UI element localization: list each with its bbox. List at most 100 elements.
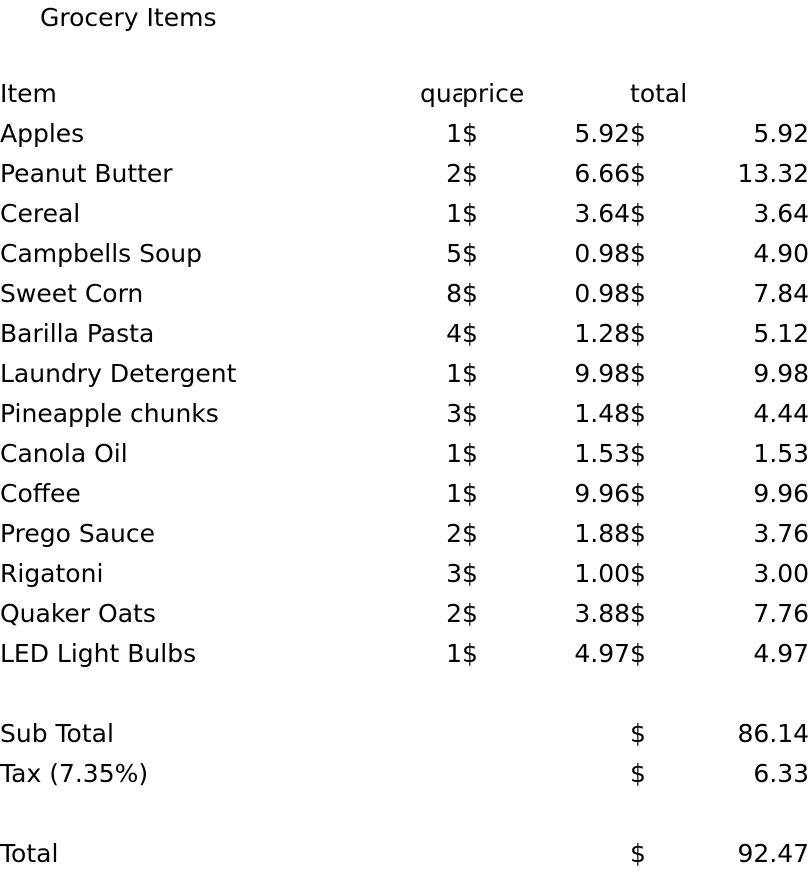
currency-symbol-price: $ — [462, 519, 478, 548]
subtotal-amount: 86.14 — [737, 719, 809, 748]
item-total: 5.92 — [753, 119, 809, 148]
item-quantity: 1 — [446, 199, 462, 228]
spacer-cell — [420, 674, 462, 714]
item-price: 9.98 — [574, 359, 631, 388]
item-total: 3.76 — [753, 519, 809, 548]
currency-symbol-total: $ — [630, 519, 646, 548]
table-row: Sweet Corn 8 $ 0.98 $ 7.84 — [0, 274, 809, 314]
grocery-items-table: Item quantity price total Apples 1 $ 5.9… — [0, 74, 809, 874]
item-price: 1.53 — [574, 439, 631, 468]
item-name: Campbells Soup — [0, 239, 202, 268]
spacer-row — [0, 674, 809, 714]
item-price: 6.66 — [574, 159, 631, 188]
item-quantity: 1 — [446, 639, 462, 668]
item-name: Apples — [0, 119, 85, 148]
item-price: 1.28 — [574, 319, 631, 348]
item-quantity: 2 — [446, 519, 462, 548]
currency-symbol-total: $ — [630, 279, 646, 308]
item-name: Cereal — [0, 199, 81, 228]
grand-total-row: Total $ 92.47 — [0, 834, 809, 874]
empty-cell — [462, 714, 502, 754]
column-header-total: total — [630, 79, 688, 108]
table-row: Barilla Pasta 4 $ 1.28 $ 5.12 — [0, 314, 809, 354]
item-price: 0.98 — [574, 239, 631, 268]
spacer-cell — [502, 794, 630, 834]
currency-symbol-total: $ — [630, 719, 646, 748]
currency-symbol-total: $ — [630, 239, 646, 268]
item-quantity: 2 — [446, 159, 462, 188]
table-row: Quaker Oats 2 $ 3.88 $ 7.76 — [0, 594, 809, 634]
item-quantity: 1 — [446, 359, 462, 388]
item-name: Pineapple chunks — [0, 399, 219, 428]
spacer-cell — [420, 794, 462, 834]
item-price: 1.48 — [574, 399, 631, 428]
currency-symbol-price: $ — [462, 359, 478, 388]
item-name: Quaker Oats — [0, 599, 156, 628]
currency-symbol-total: $ — [630, 199, 646, 228]
currency-symbol-price: $ — [462, 479, 478, 508]
item-total: 4.44 — [753, 399, 809, 428]
grand-total-amount: 92.47 — [737, 839, 809, 868]
item-price: 5.92 — [574, 119, 631, 148]
table-body: Item quantity price total Apples 1 $ 5.9… — [0, 74, 809, 874]
item-name: Rigatoni — [0, 559, 104, 588]
currency-symbol-total: $ — [630, 159, 646, 188]
item-quantity: 1 — [446, 439, 462, 468]
table-row: Laundry Detergent 1 $ 9.98 $ 9.98 — [0, 354, 809, 394]
item-total: 13.32 — [737, 159, 809, 188]
item-quantity: 3 — [446, 559, 462, 588]
column-header-price: price — [462, 79, 525, 108]
currency-symbol-price: $ — [462, 599, 478, 628]
item-quantity: 8 — [446, 279, 462, 308]
currency-symbol-total: $ — [630, 839, 646, 868]
item-total: 4.90 — [753, 239, 809, 268]
item-name: Prego Sauce — [0, 519, 156, 548]
currency-symbol-price: $ — [462, 119, 478, 148]
currency-symbol-total: $ — [630, 479, 646, 508]
empty-cell — [462, 834, 502, 874]
currency-symbol-total: $ — [630, 319, 646, 348]
table-row: Cereal 1 $ 3.64 $ 3.64 — [0, 194, 809, 234]
spacer-cell — [670, 674, 809, 714]
spacer-row — [0, 794, 809, 834]
item-quantity: 3 — [446, 399, 462, 428]
spacer-cell — [670, 794, 809, 834]
column-header-item: Item — [0, 79, 57, 108]
empty-cell — [502, 714, 630, 754]
currency-symbol-price: $ — [462, 239, 478, 268]
item-quantity: 5 — [446, 239, 462, 268]
item-total: 3.64 — [753, 199, 809, 228]
subtotal-row: Sub Total $ 86.14 — [0, 714, 809, 754]
item-price: 9.96 — [574, 479, 631, 508]
currency-symbol-total: $ — [630, 599, 646, 628]
item-total: 5.12 — [753, 319, 809, 348]
item-name: Coffee — [0, 479, 81, 508]
item-price: 4.97 — [574, 639, 631, 668]
item-name: Laundry Detergent — [0, 359, 237, 388]
item-total: 4.97 — [753, 639, 809, 668]
item-price: 3.88 — [574, 599, 631, 628]
tax-label: Tax (7.35%) — [0, 759, 149, 788]
spacer-cell — [630, 674, 670, 714]
item-name: Barilla Pasta — [0, 319, 155, 348]
currency-symbol-total: $ — [630, 639, 646, 668]
currency-symbol-price: $ — [462, 399, 478, 428]
currency-symbol-price: $ — [462, 639, 478, 668]
item-name: LED Light Bulbs — [0, 639, 197, 668]
currency-symbol-price: $ — [462, 159, 478, 188]
empty-cell — [502, 754, 630, 794]
currency-symbol-total: $ — [630, 559, 646, 588]
item-price: 0.98 — [574, 279, 631, 308]
item-total: 3.00 — [753, 559, 809, 588]
currency-symbol-total: $ — [630, 759, 646, 788]
currency-symbol-total: $ — [630, 439, 646, 468]
grand-total-label: Total — [0, 839, 59, 868]
table-row: LED Light Bulbs 1 $ 4.97 $ 4.97 — [0, 634, 809, 674]
empty-cell — [420, 714, 462, 754]
spacer-cell — [462, 794, 502, 834]
empty-cell — [462, 754, 502, 794]
currency-symbol-price: $ — [462, 319, 478, 348]
table-row: Rigatoni 3 $ 1.00 $ 3.00 — [0, 554, 809, 594]
spacer-cell — [630, 794, 670, 834]
empty-cell — [502, 834, 630, 874]
